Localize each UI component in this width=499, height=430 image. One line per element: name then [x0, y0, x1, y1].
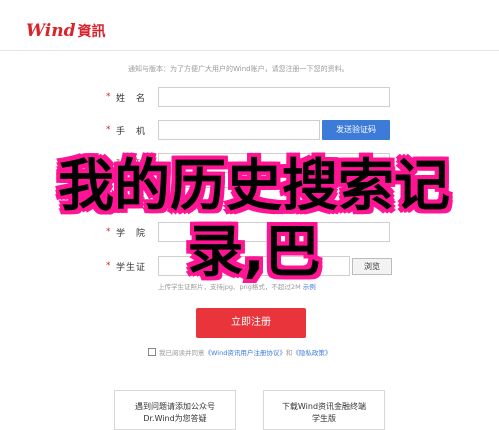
school-input[interactable]: [158, 222, 390, 242]
student-id-row: * 学生证 浏览: [100, 256, 400, 278]
school-label: 学 院: [116, 229, 147, 239]
download-card[interactable]: 下载Wind资讯金融终端 学生版: [263, 390, 385, 430]
required-mark: *: [106, 92, 111, 102]
download-card-line2: 学生版: [312, 414, 336, 423]
browse-button[interactable]: 浏览: [352, 258, 392, 275]
required-mark: *: [106, 261, 111, 271]
wechat-card-line2: Dr.Wind为您答疑: [143, 414, 207, 423]
upload-hint: 上传学生证照片，支持jpg、png格式，不超过2M 示例: [158, 281, 316, 291]
wechat-card[interactable]: 遇到问题请添加公众号 Dr.Wind为您答疑: [114, 390, 236, 430]
code-input[interactable]: [158, 153, 390, 173]
required-mark: *: [106, 158, 111, 168]
logo-cn: 資訊: [77, 24, 106, 40]
upload-hint-text: 上传学生证照片，支持jpg、png格式，不超过2M: [158, 283, 301, 291]
name-label: 姓 名: [116, 94, 147, 104]
code-label: 验证码: [116, 160, 147, 170]
student-id-file-input[interactable]: [158, 256, 350, 276]
captcha-row: * 验证码: [100, 187, 400, 209]
agreement-prefix: 我已阅读并同意: [159, 349, 205, 357]
logo-latin: Wind: [26, 21, 76, 41]
privacy-policy-link[interactable]: 《隐私政策》: [292, 349, 331, 357]
required-mark: *: [106, 125, 111, 135]
agreement-row: 我已阅读并同意《Wind资讯用户注册协议》和《隐私政策》: [148, 347, 331, 357]
notice-text: 通知与版本：为了方便广大用户的Wind账户，请您注册一下您的资料。: [128, 65, 349, 73]
wechat-card-line1: 遇到问题请添加公众号: [135, 402, 215, 411]
name-row: * 姓 名: [100, 87, 400, 109]
code-row: * 验证码: [100, 153, 400, 175]
captcha-input[interactable]: [158, 187, 390, 207]
phone-row: * 手 机 发送验证码: [100, 120, 400, 142]
register-button[interactable]: 立即注册: [196, 308, 306, 338]
download-card-line1: 下载Wind资讯金融终端: [281, 402, 367, 411]
user-agreement-link[interactable]: 《Wind资讯用户注册协议》: [205, 349, 286, 357]
send-code-button[interactable]: 发送验证码: [322, 120, 390, 140]
agreement-checkbox[interactable]: [148, 348, 156, 356]
phone-input[interactable]: [158, 120, 320, 140]
wind-logo: Wind 資訊: [26, 20, 106, 42]
required-mark: *: [106, 192, 111, 202]
example-link[interactable]: 示例: [303, 283, 316, 291]
name-input[interactable]: [158, 87, 390, 107]
phone-label: 手 机: [116, 127, 147, 137]
required-mark: *: [106, 227, 111, 237]
school-row: * 学 院: [100, 222, 400, 244]
header-divider: [0, 50, 499, 51]
student-id-label: 学生证: [116, 263, 147, 273]
captcha-label: 验证码: [116, 194, 147, 204]
